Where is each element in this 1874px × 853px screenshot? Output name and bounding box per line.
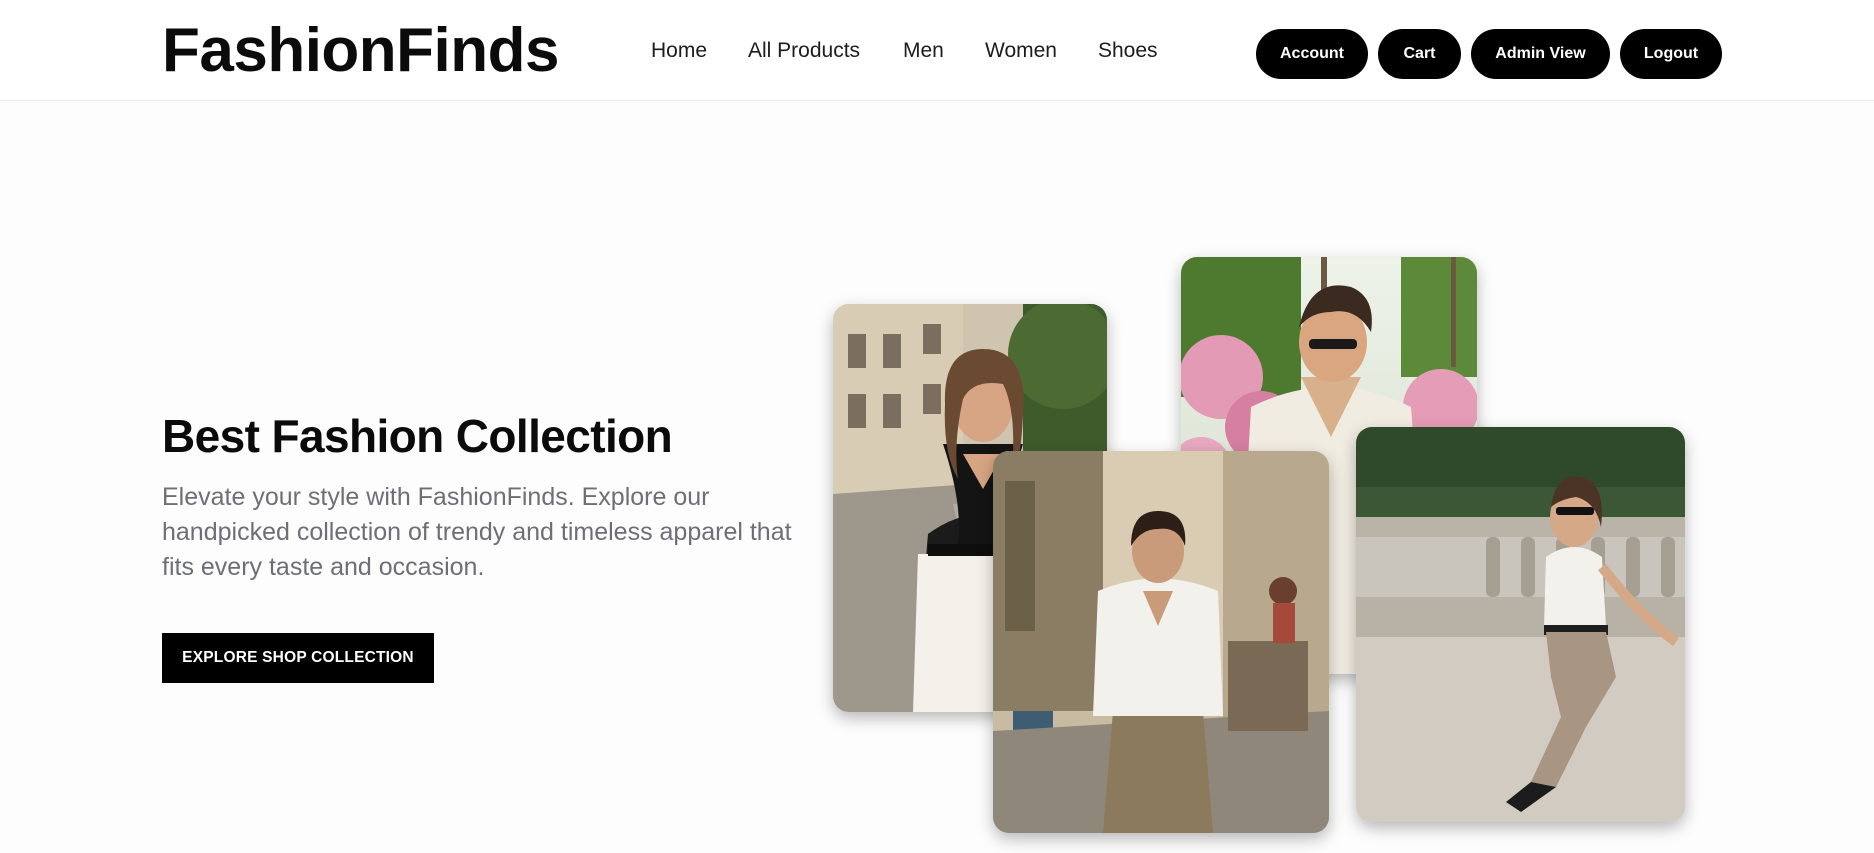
hero-description: Elevate your style with FashionFinds. Ex… xyxy=(162,483,792,581)
hero-photo-man-street xyxy=(993,451,1329,833)
logout-button[interactable]: Logout xyxy=(1620,29,1722,79)
nav-link-all-products[interactable]: All Products xyxy=(748,36,860,66)
hero-title: Best Fashion Collection xyxy=(162,410,673,462)
nav-link-women[interactable]: Women xyxy=(985,36,1057,66)
nav-link-shoes[interactable]: Shoes xyxy=(1098,36,1158,66)
nav-link-home[interactable]: Home xyxy=(651,36,707,66)
cart-button[interactable]: Cart xyxy=(1378,29,1461,79)
explore-shop-collection-button[interactable]: EXPLORE SHOP COLLECTION xyxy=(162,633,434,683)
admin-view-button[interactable]: Admin View xyxy=(1471,29,1610,79)
account-button[interactable]: Account xyxy=(1256,29,1368,79)
site-header: FashionFinds Home All Products Men Women… xyxy=(0,0,1874,101)
hero-photo-woman-sitting xyxy=(1356,427,1685,822)
nav-link-men[interactable]: Men xyxy=(903,36,944,66)
